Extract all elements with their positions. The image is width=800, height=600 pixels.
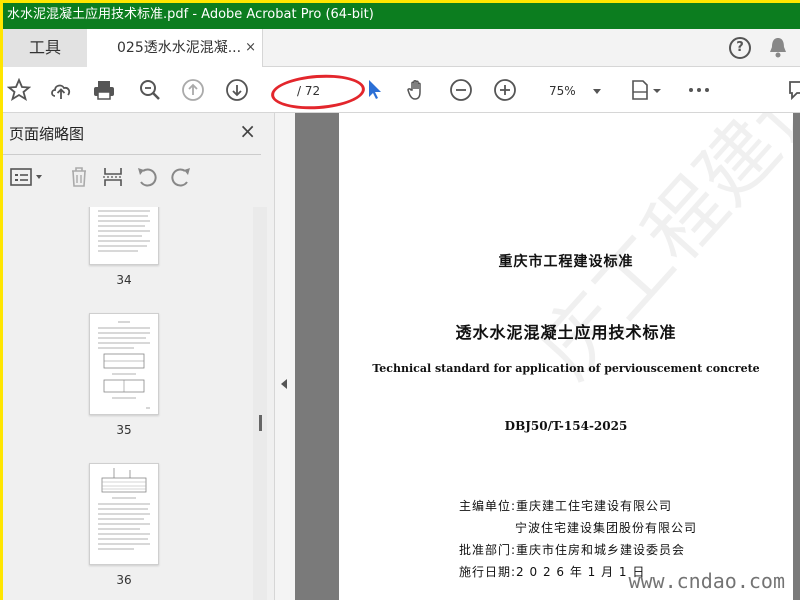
page-thumbnail[interactable] [89, 207, 159, 265]
doc-issuer: 重庆市工程建设标准 [498, 254, 634, 270]
main-toolbar: / 72 75% [3, 67, 800, 113]
page-gutter [295, 113, 339, 600]
doc-title-cn: 透水水泥混凝土应用技术标准 [455, 323, 677, 342]
chevron-left-icon [281, 379, 287, 389]
trash-icon[interactable] [67, 165, 91, 189]
hand-tool-icon[interactable] [405, 78, 429, 102]
tab-document-label: 025透水水泥混凝... [117, 40, 242, 56]
thumbnail-diagram-preview [98, 321, 150, 409]
doc-approver-line: 批准部门:重庆市住房和城乡建设委员会 [459, 543, 686, 557]
thumbnail-options-icon[interactable] [9, 165, 45, 189]
sidebar-resize-grip[interactable] [259, 415, 262, 431]
thumbnail-list: 34 35 36 [3, 207, 251, 600]
doc-coeditor-line: 宁波住宅建设集团股份有限公司 [515, 521, 698, 535]
tab-document[interactable]: 025透水水泥混凝... × [87, 29, 263, 67]
doc-title-en: Technical standard for application of pe… [372, 362, 760, 375]
zoom-in-icon[interactable] [493, 78, 517, 102]
help-icon[interactable]: ? [729, 37, 751, 59]
thumbnail-page-number: 34 [116, 273, 132, 287]
doc-effective-date-line: 施行日期:2 0 2 6 年 1 月 1 日 [459, 565, 646, 579]
sidebar-collapse-handle[interactable] [275, 113, 295, 600]
upload-cloud-icon[interactable] [49, 78, 73, 102]
tab-close-button[interactable]: × [245, 29, 256, 67]
thumbnail-page-number: 35 [116, 423, 132, 437]
zoom-level-dropdown[interactable]: 75% [537, 79, 607, 103]
rotate-left-icon[interactable] [135, 165, 159, 189]
window-title: 水水泥混凝土应用技术标准.pdf - Adobe Acrobat Pro (64… [7, 7, 374, 22]
comment-icon[interactable] [787, 78, 800, 102]
page-thumbnail[interactable] [89, 313, 159, 415]
fit-page-icon[interactable] [629, 78, 663, 102]
print-icon[interactable] [92, 78, 116, 102]
more-options-icon[interactable] [687, 78, 711, 102]
document-page: 庆工程建设 重庆市工程建设标准 透水水泥混凝土应用技术标准 Technical … [339, 113, 800, 600]
chevron-down-icon [593, 89, 601, 94]
page-right-gutter [793, 113, 800, 600]
select-cursor-icon[interactable] [363, 77, 387, 101]
thumbnail-scrollbar[interactable] [253, 207, 267, 600]
window-titlebar: 水水泥混凝土应用技术标准.pdf - Adobe Acrobat Pro (64… [3, 3, 800, 29]
thumbnails-sidebar: 页面缩略图 × 34 35 36 [3, 113, 275, 600]
thumbnail-text-preview [98, 210, 150, 252]
doc-code: DBJ50/T-154-2025 [504, 419, 628, 433]
zoom-out-icon[interactable] [449, 78, 473, 102]
insert-page-icon[interactable] [101, 165, 125, 189]
sidebar-title: 页面缩略图 [9, 125, 85, 143]
bell-icon[interactable] [767, 35, 789, 59]
bookmark-star-icon[interactable] [7, 78, 31, 102]
zoom-search-icon[interactable] [138, 78, 162, 102]
next-page-icon[interactable] [225, 78, 249, 102]
thumbnail-diagram-preview [98, 468, 150, 550]
annotation-circle [269, 71, 367, 113]
tab-bar: 工具 025透水水泥混凝... × ? [3, 29, 800, 67]
sidebar-close-button[interactable]: × [239, 119, 256, 143]
zoom-level-value: 75% [549, 84, 576, 98]
tab-tools[interactable]: 工具 [3, 29, 87, 67]
thumbnail-page-number: 36 [116, 573, 132, 587]
previous-page-icon[interactable] [181, 78, 205, 102]
sidebar-divider [3, 154, 261, 155]
doc-editor-line: 主编单位:重庆建工住宅建设有限公司 [459, 499, 673, 513]
rotate-right-icon[interactable] [169, 165, 193, 189]
page-thumbnail[interactable] [89, 463, 159, 565]
sidebar-toolbar [3, 161, 261, 193]
site-watermark: www.cndao.com [628, 569, 785, 593]
